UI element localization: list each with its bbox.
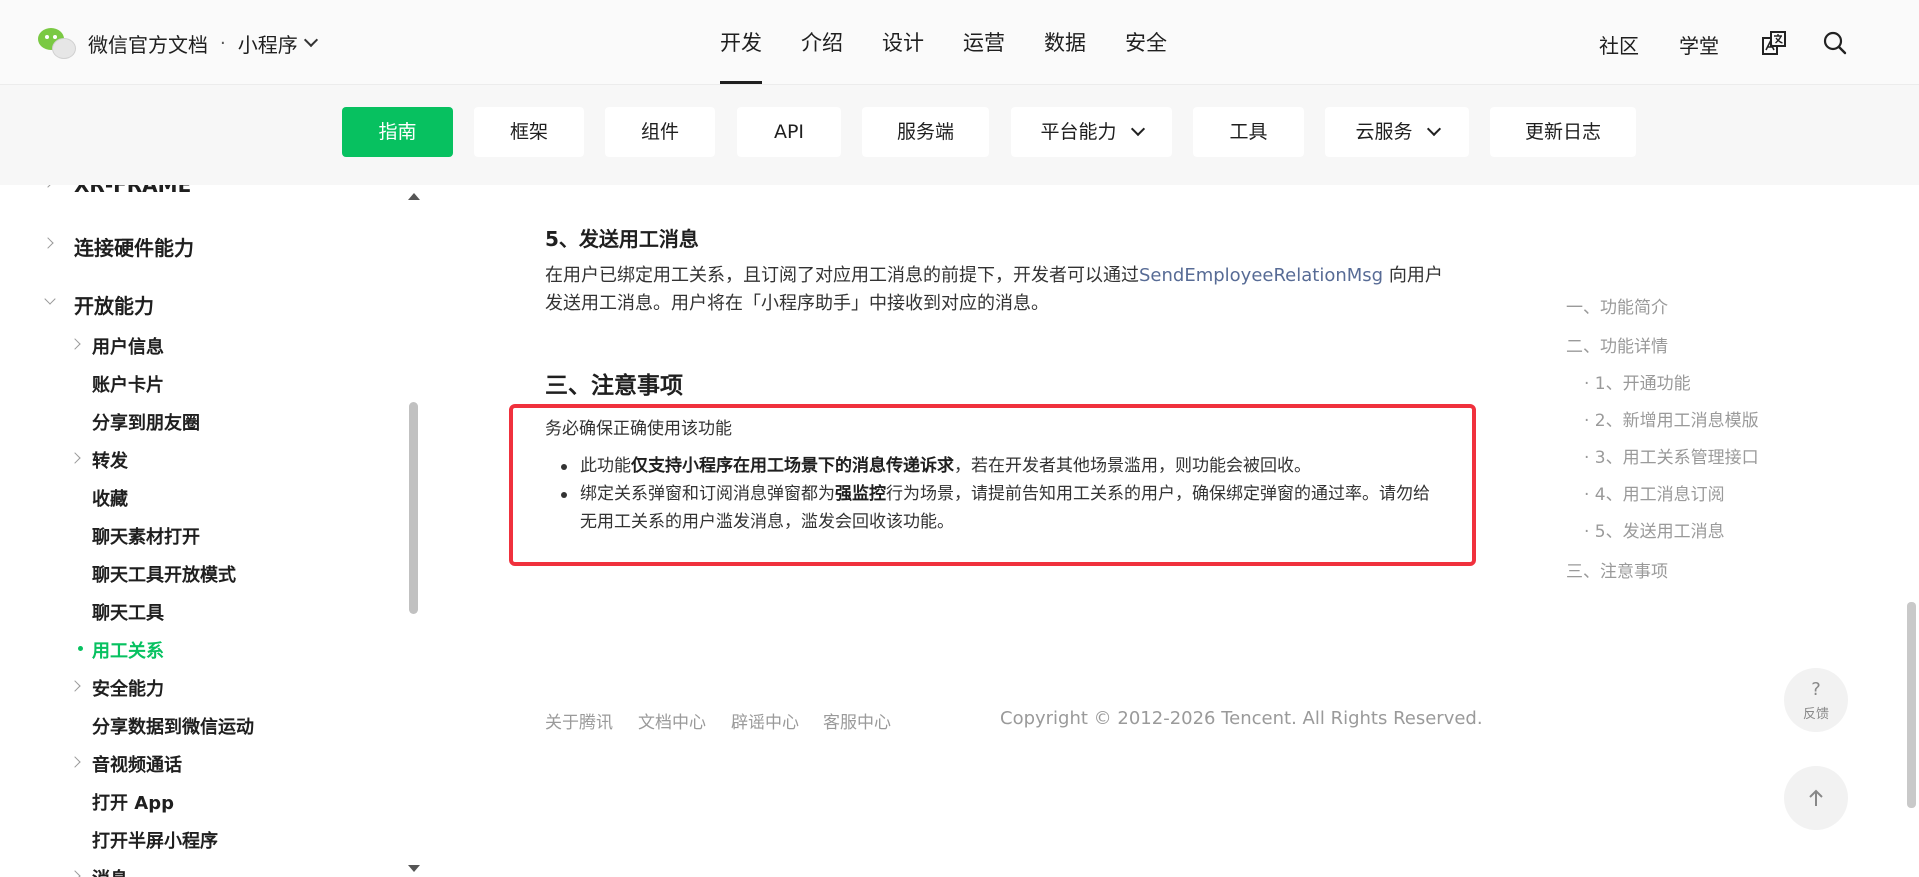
nav-item-intro[interactable]: 介绍: [801, 0, 843, 84]
notes-list: 此功能仅支持小程序在用工场景下的消息传递诉求，若在开发者其他场景滥用，则功能会被…: [545, 452, 1445, 536]
brand[interactable]: 微信官方文档 · 小程序: [38, 26, 318, 60]
active-dot-icon: [78, 646, 83, 651]
chevron-right-icon: [69, 870, 81, 877]
nav-item-design[interactable]: 设计: [882, 0, 924, 84]
toc-item-relation-api[interactable]: · 3、用工关系管理接口: [1584, 443, 1759, 468]
wechat-logo-icon: [38, 26, 76, 60]
section-send-message-title: 5、发送用工消息: [545, 227, 699, 251]
toc-item-template[interactable]: · 2、新增用工消息模版: [1584, 406, 1759, 431]
subnav-tools[interactable]: 工具: [1193, 107, 1304, 157]
sidebar-item-half-screen[interactable]: 打开半屏小程序: [92, 827, 218, 853]
chevron-right-icon: [69, 452, 81, 464]
subnav-cloud-label: 云服务: [1355, 121, 1413, 143]
subnav-server[interactable]: 服务端: [862, 107, 989, 157]
nav-item-security[interactable]: 安全: [1125, 0, 1167, 84]
section-send-message-text: 在用户已绑定用工关系，且订阅了对应用工消息的前提下，开发者可以通过SendEmp…: [545, 262, 1450, 318]
bullet1-text-a: 此功能: [580, 456, 631, 476]
sidebar-item-werun[interactable]: 分享数据到微信运动: [92, 713, 254, 739]
sidebar-item-open-app[interactable]: 打开 App: [92, 789, 174, 815]
sidebar-item-account-card[interactable]: 账户卡片: [92, 371, 164, 397]
notes-title: 三、注意事项: [545, 373, 683, 399]
chevron-down-icon: [44, 293, 56, 305]
subnav-cloud[interactable]: 云服务: [1325, 107, 1469, 157]
translate-icon[interactable]: [1761, 30, 1787, 56]
brand-title[interactable]: 微信官方文档: [88, 29, 208, 58]
chevron-right-icon: [69, 338, 81, 350]
chevron-down-icon: [303, 32, 318, 48]
notes-intro: 务必确保正确使用该功能: [545, 419, 732, 439]
nav-link-community[interactable]: 社区: [1599, 30, 1639, 59]
sidebar-item-open-ability[interactable]: 开放能力: [74, 290, 154, 319]
toc-item-subscribe[interactable]: · 4、用工消息订阅: [1584, 480, 1725, 505]
sidebar-item-favorite[interactable]: 收藏: [92, 485, 128, 511]
section-text-part1: 在用户已绑定用工关系，且订阅了对应用工消息的前提下，开发者可以通过: [545, 265, 1139, 286]
chevron-right-icon: [69, 680, 81, 692]
feedback-button[interactable]: ? 反馈: [1784, 668, 1848, 732]
footer-link-service[interactable]: 客服中心: [823, 708, 891, 733]
nav-item-data[interactable]: 数据: [1044, 0, 1086, 84]
footer-link-docs[interactable]: 文档中心: [638, 708, 706, 733]
subnav-platform-label: 平台能力: [1040, 121, 1117, 143]
sidebar-item-chat-tool[interactable]: 聊天工具: [92, 599, 164, 625]
nav-item-operate[interactable]: 运营: [963, 0, 1005, 84]
chevron-right-icon: [42, 237, 54, 249]
bullet2-bold: 强监控: [835, 484, 886, 504]
sidebar-item-employment[interactable]: 用工关系: [92, 637, 164, 663]
copyright: Copyright © 2012-2026 Tencent. All Right…: [1000, 708, 1483, 729]
brand-separator: ·: [220, 32, 226, 54]
toc-item-notes[interactable]: 三、注意事项: [1566, 557, 1668, 582]
bullet1-text-b: ，若在开发者其他场景滥用，则功能会被回收。: [954, 456, 1311, 476]
toc-item-details[interactable]: 二、功能详情: [1566, 332, 1668, 357]
chevron-right-icon: [69, 756, 81, 768]
subnav-components[interactable]: 组件: [605, 107, 715, 157]
toc-item-intro[interactable]: 一、功能简介: [1566, 293, 1668, 318]
nav-item-dev[interactable]: 开发: [720, 0, 762, 84]
bullet2-text-a: 绑定关系弹窗和订阅消息弹窗都为: [580, 484, 835, 504]
sidebar-scrollbar[interactable]: [409, 402, 418, 614]
sidebar-item-user-info[interactable]: 用户信息: [92, 333, 164, 359]
sub-nav: 指南 框架 组件 API 服务端 平台能力 工具 云服务 更新日志: [0, 85, 1919, 185]
toc-item-send[interactable]: · 5、发送用工消息: [1584, 517, 1725, 542]
sidebar-item-message[interactable]: 消息: [92, 865, 128, 877]
sidebar: XR-FRAME 连接硬件能力 开放能力 用户信息 账户卡片 分享到朋友圈 转发…: [0, 185, 425, 877]
bullet1-bold: 仅支持小程序在用工场景下的消息传递诉求: [631, 456, 954, 476]
footer-link-rumor[interactable]: 辟谣中心: [731, 708, 799, 733]
toc-item-enable[interactable]: · 1、开通功能: [1584, 369, 1691, 394]
back-to-top-icon: [1809, 789, 1823, 806]
sidebar-item-security[interactable]: 安全能力: [92, 675, 164, 701]
scroll-down-arrow[interactable]: [408, 865, 420, 872]
sidebar-item-chat-tool-mode[interactable]: 聊天工具开放模式: [92, 561, 236, 587]
sidebar-item-chat-material[interactable]: 聊天素材打开: [92, 523, 200, 549]
subnav-platform[interactable]: 平台能力: [1011, 107, 1172, 157]
top-header: 微信官方文档 · 小程序 开发 介绍 设计 运营 数据 安全 社区 学堂: [0, 0, 1919, 85]
product-selector[interactable]: 小程序: [237, 29, 318, 58]
subnav-guide[interactable]: 指南: [342, 107, 453, 157]
page-scrollbar[interactable]: [1907, 602, 1916, 808]
sidebar-item-xr-frame[interactable]: XR-FRAME: [74, 185, 191, 197]
notes-list-item: 此功能仅支持小程序在用工场景下的消息传递诉求，若在开发者其他场景滥用，则功能会被…: [545, 452, 1445, 480]
scroll-up-arrow[interactable]: [408, 193, 420, 200]
chevron-down-icon: [1426, 121, 1441, 137]
subnav-framework[interactable]: 框架: [474, 107, 584, 157]
question-icon: ?: [1811, 679, 1821, 700]
feedback-label: 反馈: [1802, 707, 1829, 722]
chevron-down-icon: [1130, 121, 1145, 137]
sidebar-item-share-moments[interactable]: 分享到朋友圈: [92, 409, 200, 435]
product-label: 小程序: [237, 32, 298, 57]
main-nav: 开发 介绍 设计 运营 数据 安全: [720, 0, 1206, 84]
footer-link-about[interactable]: 关于腾讯: [545, 708, 613, 733]
sidebar-item-forward[interactable]: 转发: [92, 447, 128, 473]
back-to-top-button[interactable]: [1784, 766, 1848, 830]
sidebar-item-hardware[interactable]: 连接硬件能力: [74, 232, 194, 261]
chevron-right-icon: [42, 185, 54, 188]
subnav-changelog[interactable]: 更新日志: [1490, 107, 1636, 157]
search-icon[interactable]: [1822, 30, 1848, 56]
subnav-api[interactable]: API: [737, 107, 841, 157]
send-employee-relation-msg-link[interactable]: SendEmployeeRelationMsg: [1139, 265, 1383, 286]
nav-link-academy[interactable]: 学堂: [1679, 30, 1719, 59]
sidebar-item-av-call[interactable]: 音视频通话: [92, 751, 182, 777]
notes-list-item: 绑定关系弹窗和订阅消息弹窗都为强监控行为场景，请提前告知用工关系的用户，确保绑定…: [545, 480, 1445, 536]
